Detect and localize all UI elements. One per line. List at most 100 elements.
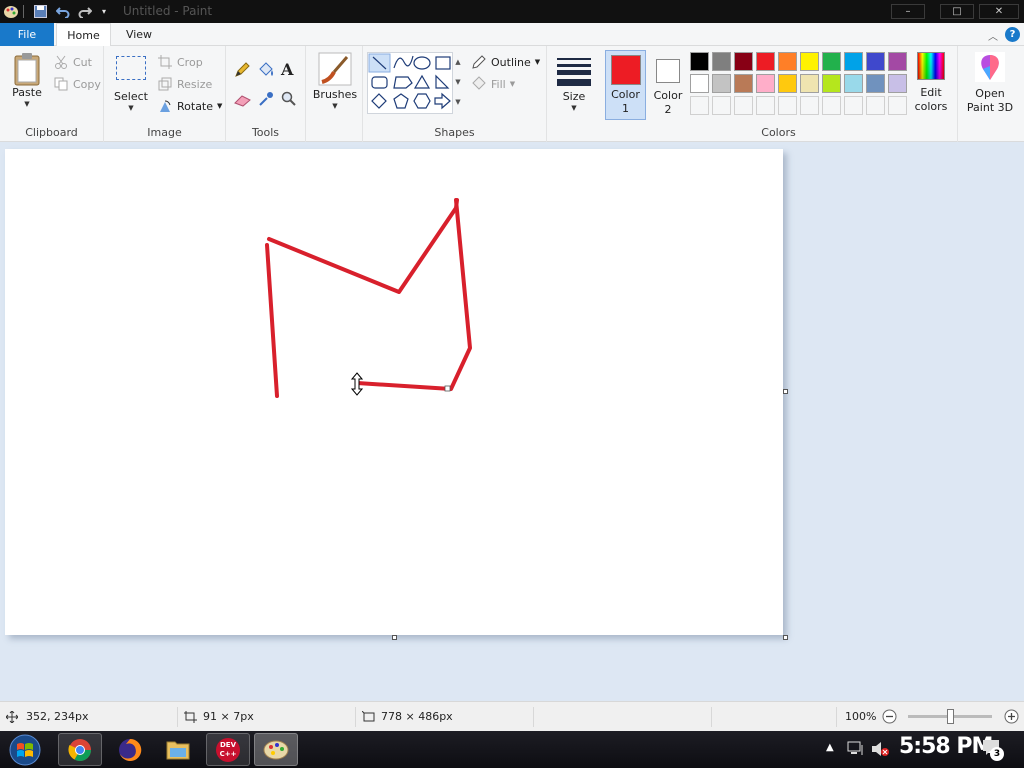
scroll-down-icon[interactable]: ▼ <box>453 72 463 92</box>
fill-button[interactable]: Fill ▼ <box>471 76 515 92</box>
palette-color-swatch[interactable] <box>822 52 841 71</box>
zoom-in-button[interactable] <box>1004 709 1019 724</box>
shapes-scrollbar[interactable]: ▲ ▼ ▼ <box>452 52 463 114</box>
drawing-canvas[interactable] <box>5 149 783 635</box>
color2-button[interactable]: Color 2 <box>648 50 688 120</box>
canvas-workspace[interactable] <box>0 143 1024 701</box>
taskbar-devcpp[interactable]: DEV C++ <box>206 733 250 766</box>
outline-button[interactable]: Outline ▼ <box>471 54 540 70</box>
save-icon[interactable] <box>32 3 48 20</box>
clock[interactable]: 5:58 PM <box>899 734 993 759</box>
palette-color-swatch[interactable] <box>888 74 907 93</box>
colors-group: Color 1 Color 2 Edit colors Colors <box>600 46 958 142</box>
canvas-resize-handle-bottom[interactable] <box>392 635 397 640</box>
action-center-button[interactable]: 3 <box>982 739 1004 761</box>
scroll-up-icon[interactable]: ▲ <box>453 52 463 72</box>
palette-color-swatch[interactable] <box>844 52 863 71</box>
zoom-slider-thumb[interactable] <box>946 709 954 724</box>
paint-app-icon[interactable] <box>2 3 20 20</box>
palette-color-swatch[interactable] <box>844 74 863 93</box>
fill-tool[interactable] <box>257 62 275 78</box>
color-picker-tool[interactable] <box>258 91 274 107</box>
collapse-ribbon-icon[interactable]: ︿ <box>988 28 998 43</box>
taskbar-firefox[interactable] <box>108 733 152 766</box>
copy-label: Copy <box>73 77 101 91</box>
palette-color-swatch[interactable] <box>800 52 819 71</box>
cut-label: Cut <box>73 55 92 69</box>
undo-icon[interactable] <box>55 3 71 20</box>
volume-muted-icon[interactable] <box>871 741 889 757</box>
customize-toolbar-icon[interactable]: ▾ <box>98 3 110 20</box>
drawing-surface[interactable] <box>5 149 783 635</box>
pencil-tool[interactable] <box>234 62 250 78</box>
brushes-button[interactable]: Brushes ▼ <box>312 52 358 110</box>
rotate-button[interactable]: Rotate ▼ <box>157 98 222 114</box>
zoom-out-button[interactable] <box>882 709 897 724</box>
copy-button[interactable]: Copy <box>53 76 101 92</box>
palette-empty-swatch[interactable] <box>690 96 709 115</box>
start-button[interactable] <box>5 733 45 766</box>
palette-color-swatch[interactable] <box>734 74 753 93</box>
palette-color-swatch[interactable] <box>712 74 731 93</box>
palette-empty-swatch[interactable] <box>888 96 907 115</box>
palette-empty-swatch[interactable] <box>844 96 863 115</box>
open-paint3d-button[interactable]: Open Paint 3D <box>962 52 1018 115</box>
redo-icon[interactable] <box>77 3 93 20</box>
eraser-tool[interactable] <box>234 93 252 107</box>
palette-empty-swatch[interactable] <box>800 96 819 115</box>
taskbar-paint[interactable] <box>254 733 298 766</box>
crop-button[interactable]: Crop <box>157 54 203 70</box>
palette-color-swatch[interactable] <box>756 52 775 71</box>
palette-color-swatch[interactable] <box>866 52 885 71</box>
size-button[interactable]: Size ▼ <box>554 54 594 112</box>
palette-empty-swatch[interactable] <box>756 96 775 115</box>
close-button[interactable]: ✕ <box>979 4 1019 19</box>
resize-button[interactable]: Resize <box>157 76 212 92</box>
expand-gallery-icon[interactable]: ▼ <box>453 92 463 112</box>
maximize-button[interactable]: □ <box>940 4 974 19</box>
taskbar-chrome[interactable] <box>58 733 102 766</box>
palette-color-swatch[interactable] <box>712 52 731 71</box>
status-divider <box>836 707 837 727</box>
network-icon[interactable] <box>847 741 865 757</box>
palette-color-swatch[interactable] <box>756 74 775 93</box>
tab-home[interactable]: Home <box>56 23 111 47</box>
palette-empty-swatch[interactable] <box>734 96 753 115</box>
palette-color-swatch[interactable] <box>778 74 797 93</box>
palette-color-swatch[interactable] <box>822 74 841 93</box>
help-icon[interactable]: ? <box>1005 27 1020 42</box>
edit-colors-button[interactable]: Edit colors <box>910 52 952 114</box>
color1-button[interactable]: Color 1 <box>605 50 646 120</box>
outline-label: Outline <box>491 55 531 69</box>
palette-empty-swatch[interactable] <box>778 96 797 115</box>
select-button[interactable]: Select ▼ <box>112 54 150 112</box>
text-tool[interactable]: A <box>281 60 293 79</box>
clipboard-icon <box>14 53 40 86</box>
taskbar-file-explorer[interactable] <box>156 733 200 766</box>
palette-empty-swatch[interactable] <box>822 96 841 115</box>
paste-caret-icon[interactable]: ▼ <box>24 100 29 108</box>
tab-file[interactable]: File <box>0 23 54 46</box>
palette-color-swatch[interactable] <box>866 74 885 93</box>
minimize-button[interactable]: – <box>891 4 925 19</box>
palette-color-swatch[interactable] <box>800 74 819 93</box>
palette-color-swatch[interactable] <box>690 52 709 71</box>
cut-button[interactable]: Cut <box>53 54 92 70</box>
select-caret-icon[interactable]: ▼ <box>128 104 133 112</box>
palette-color-swatch[interactable] <box>778 52 797 71</box>
palette-color-swatch[interactable] <box>734 52 753 71</box>
palette-color-swatch[interactable] <box>888 52 907 71</box>
palette-color-swatch[interactable] <box>690 74 709 93</box>
paste-button[interactable]: Paste ▼ <box>8 52 46 108</box>
palette-empty-swatch[interactable] <box>866 96 885 115</box>
canvas-resize-handle-right[interactable] <box>783 389 788 394</box>
tray-show-hidden-icon[interactable]: ▲ <box>826 742 834 753</box>
tab-view[interactable]: View <box>114 23 164 46</box>
drawn-line-1 <box>265 243 279 398</box>
magnifier-tool[interactable] <box>281 91 297 107</box>
magnifier-icon <box>281 91 296 106</box>
brushes-caret-icon[interactable]: ▼ <box>332 102 337 110</box>
size-caret-icon[interactable]: ▼ <box>571 104 576 112</box>
canvas-resize-handle-corner[interactable] <box>783 635 788 640</box>
palette-empty-swatch[interactable] <box>712 96 731 115</box>
